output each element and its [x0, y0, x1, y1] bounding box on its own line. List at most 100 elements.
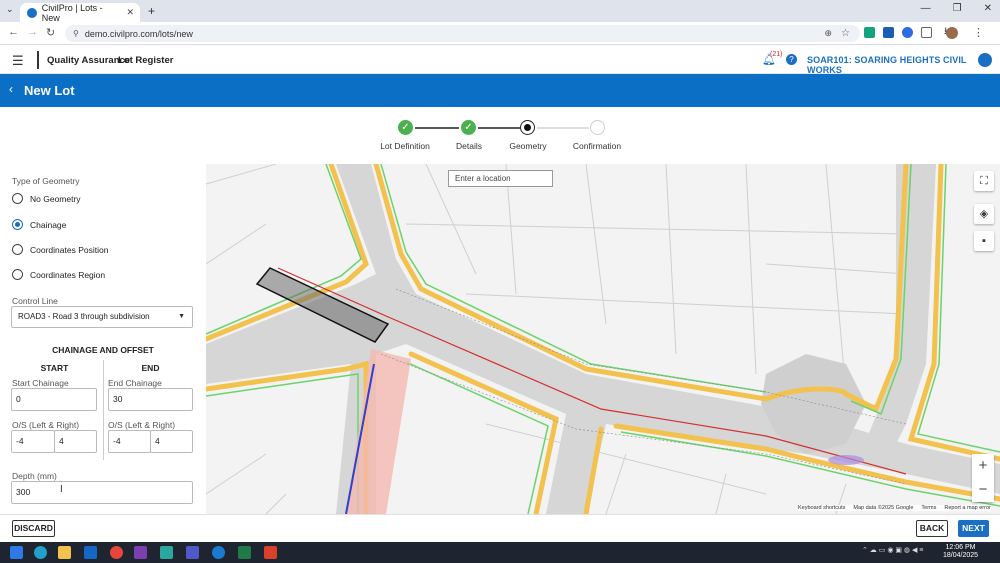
os-taskbar: ⌃ ☁ ▭ ◉ ▣ ◍ ◀︎ ≡ 12:06 PM 18/04/2025	[0, 542, 1000, 563]
column-divider	[103, 360, 104, 460]
system-tray-icons[interactable]: ⌃ ☁ ▭ ◉ ▣ ◍ ◀︎ ≡	[862, 546, 923, 554]
forward-arrow-icon[interactable]: →	[27, 26, 38, 38]
excel-icon[interactable]	[238, 546, 251, 559]
form-footer: DISCARD BACK NEXT	[0, 514, 1000, 542]
radio-chainage[interactable]	[12, 219, 23, 230]
site-info-icon[interactable]: ⚲	[73, 29, 79, 38]
civilpro-favicon-icon	[27, 7, 37, 18]
zoom-icon[interactable]: ⊕	[824, 28, 832, 39]
step-current-indicator	[520, 120, 535, 135]
back-chevron-icon[interactable]: ‹	[9, 82, 13, 96]
back-button[interactable]: BACK	[916, 520, 948, 537]
reload-icon[interactable]: ↻	[46, 26, 55, 39]
geometry-form-panel: Type of Geometry No Geometry Chainage Co…	[0, 164, 206, 514]
end-chainage-input[interactable]: 30	[108, 388, 193, 411]
map-attribution: Keyboard shortcuts Map data ©2025 Google…	[798, 505, 991, 511]
browser-profile-avatar[interactable]	[946, 27, 958, 39]
app-icon[interactable]	[264, 546, 277, 559]
nav-lot-register[interactable]: Lot Register	[118, 55, 173, 66]
start-chainage-input[interactable]: 0	[11, 388, 97, 411]
radio-label-chainage[interactable]: Chainage	[30, 220, 66, 230]
map-location-search[interactable]: Enter a location	[448, 170, 553, 187]
control-line-label: Control Line	[12, 296, 58, 306]
zoom-in-icon[interactable]: +	[972, 454, 994, 478]
start-offset-label: O/S (Left & Right)	[12, 420, 80, 430]
back-arrow-icon[interactable]: ←	[8, 26, 19, 38]
browser-menu-icon[interactable]: ⋮	[973, 26, 984, 39]
user-avatar-icon[interactable]	[978, 53, 992, 67]
outlook-icon[interactable]	[84, 546, 97, 559]
chrome-icon[interactable]	[110, 546, 123, 559]
zoom-out-icon[interactable]: −	[972, 478, 994, 502]
app-icon[interactable]	[212, 546, 225, 559]
map-image-icon[interactable]: ▪	[974, 231, 994, 251]
dropdown-caret-icon: ▼	[178, 313, 185, 320]
step-pending-indicator	[590, 120, 605, 135]
teams-icon[interactable]	[186, 546, 199, 559]
url-text: demo.civilpro.com/lots/new	[84, 28, 193, 39]
address-bar[interactable]: ⚲ demo.civilpro.com/lots/new ⊕ ☆	[65, 25, 860, 42]
map-view[interactable]: Enter a location ⛶ ◈ ▪ + − Keyboard shor…	[206, 164, 1000, 514]
radio-label-no-geometry[interactable]: No Geometry	[30, 194, 81, 204]
discard-button[interactable]: DISCARD	[12, 520, 55, 537]
end-offset-right-input[interactable]: 4	[150, 430, 193, 453]
taskbar-clock[interactable]: 12:06 PM 18/04/2025	[943, 544, 978, 560]
radio-coordinates-position[interactable]	[12, 244, 23, 255]
depth-input[interactable]: 300	[11, 481, 193, 504]
control-line-value: ROAD3 - Road 3 through subdivision	[18, 312, 150, 321]
end-chainage-label: End Chainage	[108, 378, 162, 388]
app-icon[interactable]	[160, 546, 173, 559]
radio-label-coordinates-region[interactable]: Coordinates Region	[30, 270, 105, 280]
start-offset-left-input[interactable]: -4	[11, 430, 55, 453]
bookmark-star-icon[interactable]: ☆	[841, 28, 850, 39]
extension-icon[interactable]	[902, 27, 913, 38]
project-name[interactable]: SOAR101: SOARING HEIGHTS CIVIL WORKS	[807, 55, 1000, 75]
browser-tab[interactable]: CivilPro | Lots - New ✕	[20, 3, 140, 23]
taskbar-date: 18/04/2025	[943, 552, 979, 559]
edge-icon[interactable]	[34, 546, 47, 559]
close-tab-icon[interactable]: ✕	[126, 7, 134, 18]
step-label-lot-definition: Lot Definition	[380, 141, 430, 151]
wizard-stepper: ✓ ✓ Lot Definition Details Geometry Conf…	[370, 116, 640, 156]
fullscreen-icon[interactable]: ⛶	[974, 171, 994, 191]
minimize-icon[interactable]: —	[921, 3, 931, 14]
terms-link[interactable]: Terms	[921, 505, 936, 511]
end-offset-left-input[interactable]: -4	[108, 430, 151, 453]
start-offset-right-input[interactable]: 4	[54, 430, 97, 453]
page-title-bar: ‹ New Lot	[0, 74, 1000, 107]
end-heading: END	[141, 363, 160, 373]
onenote-icon[interactable]	[134, 546, 147, 559]
windows-start-icon[interactable]	[10, 546, 23, 559]
extension-icon[interactable]	[883, 27, 894, 38]
file-explorer-icon[interactable]	[58, 546, 71, 559]
close-window-icon[interactable]: ✕	[984, 3, 992, 14]
map-canvas[interactable]	[206, 164, 1000, 514]
map-data-credit: Map data ©2025 Google	[853, 505, 914, 511]
chainage-offset-heading: CHAINAGE AND OFFSET	[52, 345, 154, 355]
browser-tab-strip: ⌄ CivilPro | Lots - New ✕ + — ❐ ✕	[0, 0, 1000, 23]
zoom-control: + −	[972, 454, 994, 502]
step-label-details: Details	[456, 141, 482, 151]
extension-icon[interactable]	[864, 27, 875, 38]
control-line-select[interactable]: ROAD3 - Road 3 through subdivision ▼	[11, 306, 193, 328]
step-connector	[415, 127, 459, 129]
next-button[interactable]: NEXT	[958, 520, 989, 537]
report-map-error-link[interactable]: Report a map error	[944, 505, 990, 511]
step-complete-check-icon: ✓	[461, 120, 476, 135]
text-cursor-icon: Ι	[60, 484, 63, 495]
hamburger-menu-icon[interactable]: ☰	[12, 53, 24, 69]
notification-count: (21)	[770, 51, 783, 58]
help-icon[interactable]: ?	[786, 54, 797, 65]
extensions-puzzle-icon[interactable]	[921, 27, 932, 38]
radio-label-coordinates-position[interactable]: Coordinates Position	[30, 245, 108, 255]
start-chainage-label: Start Chainage	[12, 378, 69, 388]
new-tab-button[interactable]: +	[148, 4, 155, 18]
keyboard-shortcuts-link[interactable]: Keyboard shortcuts	[798, 505, 845, 511]
layers-icon[interactable]: ◈	[974, 204, 994, 224]
radio-coordinates-region[interactable]	[12, 269, 23, 280]
tab-search-icon[interactable]: ⌄	[6, 4, 14, 15]
step-label-confirmation: Confirmation	[572, 141, 622, 151]
restore-icon[interactable]: ❐	[953, 3, 962, 14]
browser-toolbar: ← → ↻ ⚲ demo.civilpro.com/lots/new ⊕ ☆ ⭳…	[0, 22, 1000, 45]
radio-no-geometry[interactable]	[12, 193, 23, 204]
